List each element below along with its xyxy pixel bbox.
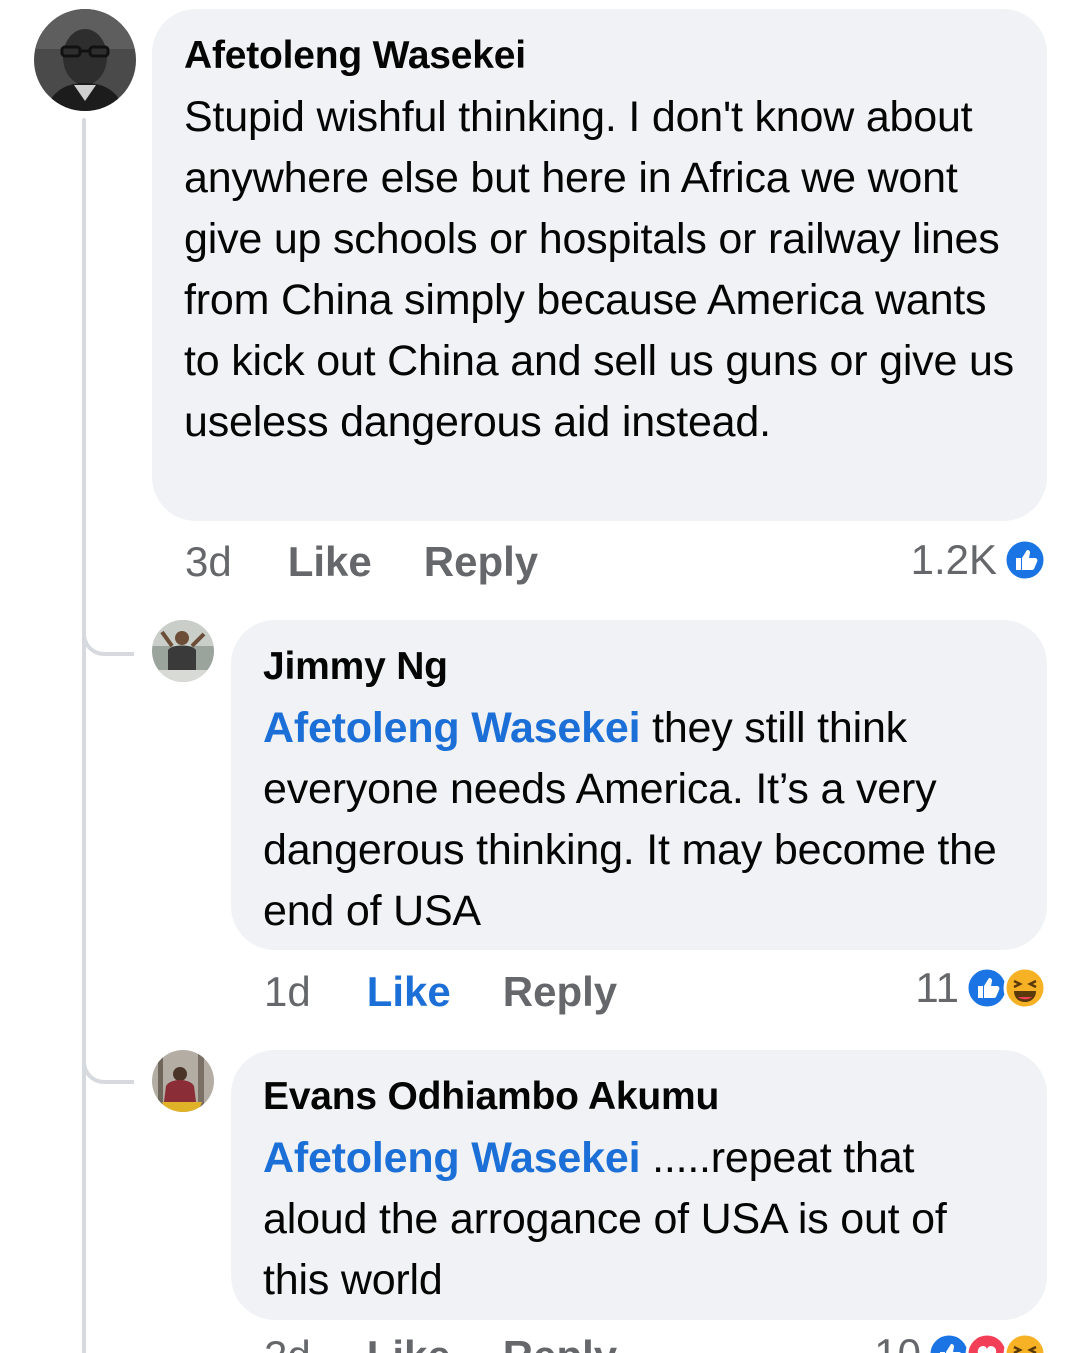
- reply-button[interactable]: Reply: [503, 1332, 617, 1353]
- haha-icon: [1003, 966, 1047, 1010]
- comment-text: Afetoleng Wasekei they still think every…: [263, 698, 1015, 942]
- reaction-summary[interactable]: 10: [874, 1328, 1047, 1353]
- reply-button[interactable]: Reply: [503, 968, 617, 1016]
- reaction-count: 10: [874, 1330, 921, 1353]
- comment-actions: 1d Like Reply: [264, 966, 617, 1018]
- comment-bubble: Evans Odhiambo Akumu Afetoleng Wasekei .…: [231, 1050, 1047, 1320]
- comment-actions: 2d Like Reply: [264, 1330, 617, 1353]
- avatar[interactable]: [34, 9, 136, 111]
- avatar[interactable]: [152, 1050, 214, 1112]
- comment-text: Afetoleng Wasekei .....repeat that aloud…: [263, 1128, 1015, 1311]
- comment-author[interactable]: Evans Odhiambo Akumu: [263, 1074, 1015, 1120]
- comment-actions: 3d Like Reply: [185, 536, 538, 588]
- mention-link[interactable]: Afetoleng Wasekei: [263, 1134, 641, 1182]
- reply-button[interactable]: Reply: [424, 538, 538, 586]
- reply-connector: [82, 620, 134, 656]
- like-button[interactable]: Like: [367, 968, 451, 1016]
- comment-text: Stupid wishful thinking. I don't know ab…: [184, 93, 1014, 446]
- reaction-summary[interactable]: 1.2K: [911, 534, 1047, 586]
- mention-link[interactable]: Afetoleng Wasekei: [263, 704, 641, 752]
- reply-connector: [82, 1048, 134, 1084]
- reaction-count: 11: [915, 964, 959, 1011]
- reaction-summary[interactable]: 11: [915, 962, 1047, 1014]
- comment-author[interactable]: Jimmy Ng: [263, 644, 1015, 690]
- like-button[interactable]: Like: [367, 1332, 451, 1353]
- comment-timestamp[interactable]: 2d: [264, 1332, 311, 1353]
- comment-bubble: Afetoleng Wasekei Stupid wishful thinkin…: [152, 9, 1047, 521]
- comment-bubble: Jimmy Ng Afetoleng Wasekei they still th…: [231, 620, 1047, 950]
- comment-timestamp[interactable]: 1d: [264, 968, 311, 1016]
- comment-author[interactable]: Afetoleng Wasekei: [184, 33, 1015, 79]
- comment-timestamp[interactable]: 3d: [185, 538, 232, 586]
- like-icon: [1003, 538, 1047, 582]
- reaction-count: 1.2K: [910, 536, 997, 583]
- avatar[interactable]: [152, 620, 214, 682]
- haha-icon: [1003, 1332, 1047, 1353]
- like-button[interactable]: Like: [288, 538, 372, 586]
- comment-thread: Afetoleng Wasekei Stupid wishful thinkin…: [0, 0, 1079, 1353]
- thread-connector-line: [82, 118, 86, 1353]
